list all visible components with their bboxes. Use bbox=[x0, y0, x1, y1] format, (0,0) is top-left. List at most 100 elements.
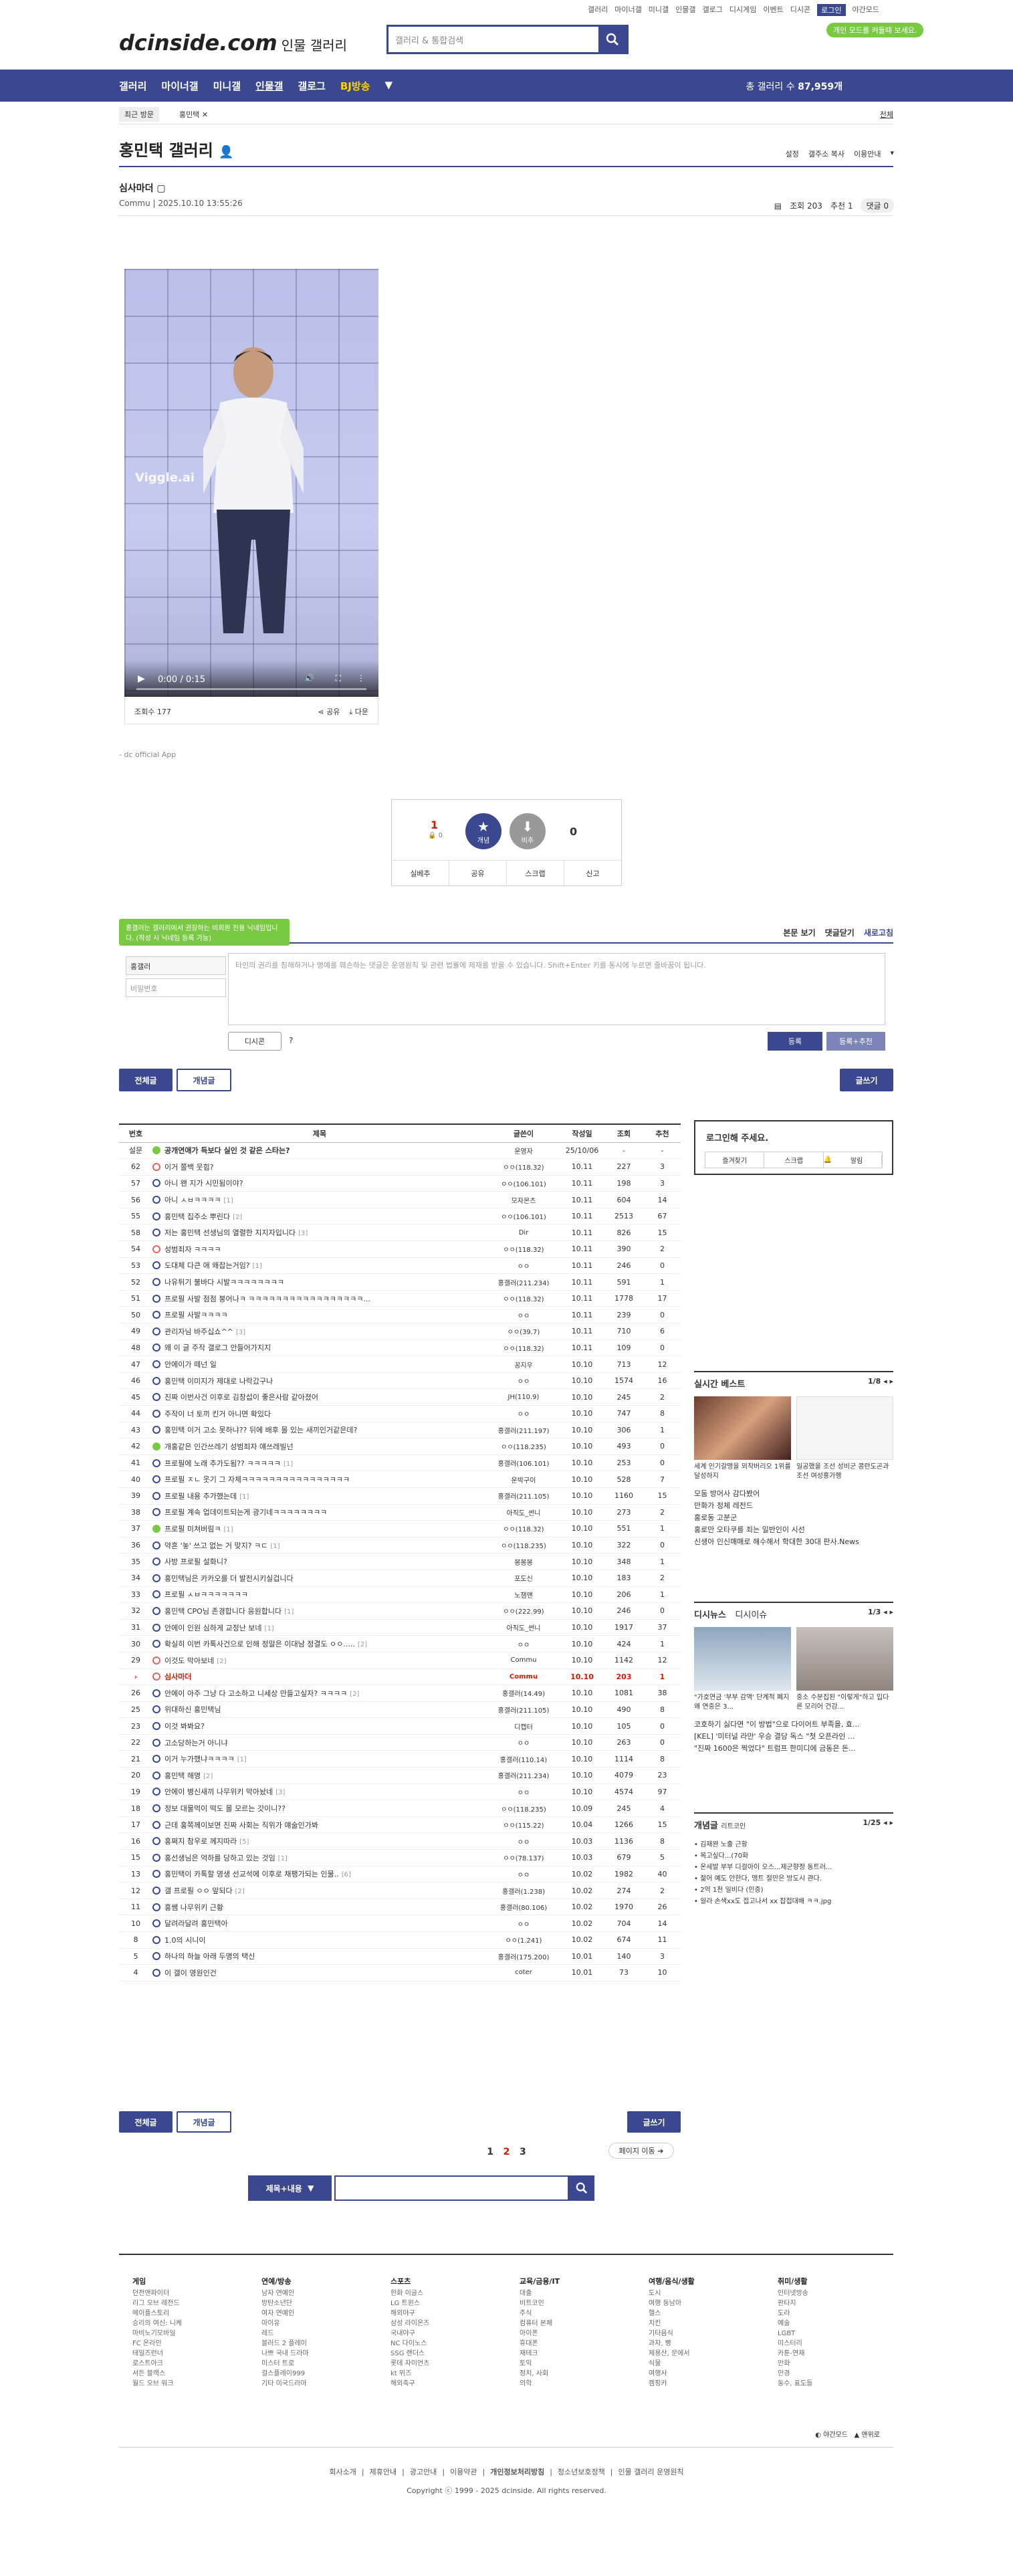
footer-item[interactable]: 한화 이글스 bbox=[390, 2288, 429, 2298]
table-row[interactable]: 48 왜 이 글 주작 갤로그 안들어가지지 ㅇㅇ(118.32) 10.11 109 0 bbox=[119, 1339, 681, 1357]
table-row[interactable]: 43 홍민택 이거 고소 못하냐?? 뒤에 배후 몰 있는 새끼인거같은데? 홍갤러… bbox=[119, 1422, 681, 1439]
play-icon[interactable]: ▶ bbox=[138, 673, 145, 684]
topnav-mini[interactable]: 미니갤 bbox=[649, 4, 669, 16]
post-comment-count[interactable]: 댓글 0 bbox=[861, 199, 894, 213]
table-row[interactable]: 34 홍민택님은 카카오를 더 발전시키실겁니다 포도신 10.10 183 2 bbox=[119, 1570, 681, 1587]
row-comment-count[interactable]: [1] bbox=[278, 1855, 288, 1862]
table-row[interactable]: 38 프로필 계속 업데이트되는게 광기네ㅋㅋㅋㅋㅋㅋㅋㅋ 아직도_썬니 10.10 2… bbox=[119, 1504, 681, 1521]
topnav-gallog[interactable]: 갤로그 bbox=[703, 4, 723, 16]
row-title[interactable]: 안에이 병신새끼 나무위키 막아놨네 [3] bbox=[152, 1784, 487, 1801]
concept-item[interactable]: • 목고싶다...(70화 bbox=[694, 1850, 893, 1862]
row-title[interactable]: 프로필 내용 추가했는데 [1] bbox=[152, 1487, 487, 1505]
row-title[interactable]: 성범죄자 ㅋㅋㅋㅋ bbox=[152, 1241, 487, 1258]
row-title[interactable]: 관리자님 바주십쇼^^ [3] bbox=[152, 1323, 487, 1340]
footer-item[interactable]: 휴대폰 bbox=[520, 2339, 560, 2349]
row-title[interactable]: 홍민택님은 카카오를 더 발전시키실겁니다 bbox=[152, 1570, 487, 1587]
row-title[interactable]: 프로필 계속 업데이트되는게 광기네ㅋㅋㅋㅋㅋㅋㅋㅋ bbox=[152, 1504, 487, 1521]
table-row[interactable]: 8 1.0의 시니이 ㅇㅇ(1.241) 10.02 674 11 bbox=[119, 1931, 681, 1949]
more-options-icon[interactable]: ⋮ bbox=[357, 673, 365, 683]
row-comment-count[interactable]: [2] bbox=[235, 1888, 245, 1895]
row-comment-count[interactable]: [1] bbox=[284, 1461, 293, 1468]
footer-item[interactable]: 로스트아크 bbox=[132, 2359, 182, 2369]
table-row[interactable]: 31 안에이 인원 심하게 교정난 보네 [1] 아직도_썬니 10.10 1917 37 bbox=[119, 1619, 681, 1636]
footer-link[interactable]: 회사소개 bbox=[329, 2468, 356, 2476]
row-title[interactable]: 홍민택 집주소 뿌린다 [2] bbox=[152, 1208, 487, 1225]
login-prompt[interactable]: 로그인해 주세요. bbox=[706, 1131, 768, 1144]
row-comment-count[interactable]: [1] bbox=[237, 1756, 247, 1763]
table-row[interactable]: 55 홍민택 집주소 뿌린다 [2] ㅇㅇ(106.101) 10.11 2513 67 bbox=[119, 1208, 681, 1225]
table-row[interactable]: 58 저는 홍민택 선생님의 열렬한 지지자입니다 [3] Dir 10.11 826 15 bbox=[119, 1224, 681, 1242]
row-title[interactable]: 개홍같은 인간쓰레기 성범죄자 얘쓰레빌넌 bbox=[152, 1438, 487, 1455]
table-row[interactable]: 42 개홍같은 인간쓰레기 성범죄자 얘쓰레빌넌 ㅇㅇ(118.235) 10.10 4… bbox=[119, 1438, 681, 1455]
tab-concept[interactable]: 개념글 bbox=[177, 1069, 231, 1091]
news-item[interactable]: 코호하기 싫다면 "이 방법"으로 다이어트 부족을, 효... bbox=[694, 1719, 893, 1731]
row-title[interactable]: 홍민택 CPO님 존경합니다 응원합니다 [1] bbox=[152, 1602, 487, 1620]
row-comment-count[interactable]: [1] bbox=[284, 1608, 294, 1616]
row-title[interactable]: 근데 홍쪽께이보면 진짜 사회는 직위가 얘술인가봐 bbox=[152, 1816, 487, 1834]
downvote-button[interactable]: ⬇ 비추 bbox=[510, 813, 546, 849]
footer-column-title[interactable]: 여행/음식/생활 bbox=[649, 2276, 695, 2286]
table-row[interactable]: › 심사마더 Commu 10.10 203 1 bbox=[119, 1669, 681, 1686]
footer-item[interactable]: 여행사 bbox=[649, 2369, 695, 2379]
footer-item[interactable]: 레드 bbox=[261, 2329, 309, 2339]
refresh-button[interactable]: 새로고침 bbox=[864, 927, 893, 938]
row-title[interactable]: 이거 누가했냐ㅋㅋㅋㅋ [1] bbox=[152, 1750, 487, 1768]
footer-item[interactable]: NC 다이노스 bbox=[390, 2339, 429, 2349]
recent-all-link[interactable]: 전체 bbox=[880, 109, 893, 120]
report-button[interactable]: 신고 bbox=[564, 861, 621, 885]
table-row[interactable]: 19 안에이 병신새끼 나무위키 막아놨네 [3] ㅇㅇ 10.10 4574 97 bbox=[119, 1784, 681, 1801]
table-row[interactable]: 56 아니 ㅅㅂㅋㅋㅋㅋ [1] 모자몬츠 10.11 604 14 bbox=[119, 1191, 681, 1208]
scrap-list-button[interactable]: 스크랩 bbox=[764, 1152, 824, 1168]
row-title[interactable]: 주작이 너 토끼 킨거 아니면 확있다 bbox=[152, 1405, 487, 1422]
row-title[interactable]: 홍선생님은 억하를 당하고 있는 것임 [1] bbox=[152, 1849, 487, 1866]
table-row[interactable]: 11 홍쌤 나무위키 근황 홍갤러(80.106) 10.02 1970 26 bbox=[119, 1899, 681, 1916]
row-title[interactable]: 달려라달려 홍민택아 bbox=[152, 1915, 487, 1932]
folder-icon[interactable]: ▤ bbox=[774, 201, 782, 211]
table-row[interactable]: 40 프로필 ㅈㄴ 웃기 그 자체ㅋㅋㅋㅋㅋㅋㅋㅋㅋㅋㅋㅋㅋㅋㅋㅋ 운박구이 10.1… bbox=[119, 1471, 681, 1488]
row-comment-count[interactable]: [1] bbox=[223, 1526, 233, 1533]
footer-item[interactable]: 승리의 여신: 니케 bbox=[132, 2319, 182, 2329]
table-row[interactable]: 51 프로필 사발 점점 붕어나ㅋ ㅋㅋㅋㅋㅋㅋㅋㅋㅋㅋㅋㅋㅋㅋㅋㅋㅋ... ㅇㅇ(… bbox=[119, 1290, 681, 1307]
footer-item[interactable]: 안경 bbox=[778, 2369, 812, 2379]
row-title[interactable]: 홍민택 해명 [2] bbox=[152, 1767, 487, 1784]
table-row[interactable]: 23 이것 봐봐요? 디캡터 10.10 105 0 bbox=[119, 1717, 681, 1735]
bottom-tab-concept[interactable]: 개념글 bbox=[177, 2111, 231, 2133]
submit-recommend-button[interactable]: 등록+추천 bbox=[826, 1032, 885, 1051]
list-search-input[interactable] bbox=[334, 2175, 569, 2201]
row-comment-count[interactable]: [3] bbox=[298, 1230, 308, 1237]
topnav-person[interactable]: 인물갤 bbox=[675, 4, 695, 16]
table-row[interactable]: 52 나유튀기 불바다 시발ㅋㅋㅋㅋㅋㅋㅋㅋ 홍갤러(211.234) 10.11 59… bbox=[119, 1273, 681, 1291]
recent-visit-button[interactable]: 최근 방문 bbox=[119, 107, 159, 122]
row-title[interactable]: 이것도 막아보네 [2] bbox=[152, 1652, 487, 1669]
list-search-button[interactable] bbox=[569, 2175, 594, 2201]
table-row[interactable]: 5 하나의 하늘 아래 두명의 택신 홍갤러(175.200) 10.01 140 3 bbox=[119, 1948, 681, 1965]
best-pager[interactable]: 1/8 ◂ ▸ bbox=[868, 1377, 893, 1386]
topnav-dccon[interactable]: 디시콘 bbox=[790, 4, 810, 16]
concept-item[interactable]: • 김재완 노출 근황 bbox=[694, 1839, 893, 1850]
footer-item[interactable]: 해외축구 bbox=[390, 2379, 429, 2389]
tab-all[interactable]: 전체글 bbox=[119, 1069, 173, 1091]
row-title[interactable]: 갤 프로필 ㅇㅇ 앞되다 [2] bbox=[152, 1882, 487, 1899]
footer-link[interactable]: 청소년보호정책 bbox=[558, 2468, 605, 2476]
table-row[interactable]: 33 프로필 ㅅㅂㅋㅋㅋㅋㅋㅋㅋ 노잼맨 10.10 206 1 bbox=[119, 1586, 681, 1604]
row-title[interactable]: 공개연애가 득보다 실인 것 같은 스타는? bbox=[152, 1142, 487, 1160]
best-item[interactable]: 홍로만 오타쿠를 죄는 일반인이 시선 bbox=[694, 1524, 893, 1536]
row-title[interactable]: 고소당하는거 아니냐 bbox=[152, 1734, 487, 1751]
row-comment-count[interactable]: [1] bbox=[265, 1625, 274, 1632]
page-3[interactable]: 3 bbox=[520, 2147, 526, 2157]
page-1[interactable]: 1 bbox=[487, 2147, 493, 2157]
table-row[interactable]: 18 정보 대물먹이 떡도 몰 모르는 갓이니?? ㅇㅇ(118.235) 10.09… bbox=[119, 1800, 681, 1817]
footer-item[interactable]: 의학 bbox=[520, 2379, 560, 2389]
row-title[interactable]: 아니 왠 지가 시민됨이야? bbox=[152, 1175, 487, 1192]
table-row[interactable]: 15 홍선생님은 억하를 당하고 있는 것임 [1] ㅇㅇ(78.137) 10.03 6… bbox=[119, 1849, 681, 1866]
row-title[interactable]: 확실히 이번 카톡사건으로 인해 정말은 이대남 정결도 ㅇㅇ..... [2] bbox=[152, 1635, 487, 1652]
row-title[interactable]: 홍민택이 카톡할 영생 선교석에 이후로 채팽가되는 인물.. [6] bbox=[152, 1866, 487, 1883]
row-comment-count[interactable]: [2] bbox=[203, 1773, 213, 1780]
best-item[interactable]: 만화가 정체 레전드 bbox=[694, 1500, 893, 1512]
table-row[interactable]: 4 이 갤이 영원인건 coter 10.01 73 10 bbox=[119, 1964, 681, 1981]
row-title[interactable]: 약혼 '놓' 쓰고 없는 거 맞지? ㅋㄷ [1] bbox=[152, 1537, 487, 1554]
footer-item[interactable]: 롯데 자이언츠 bbox=[390, 2359, 429, 2369]
best-thumb[interactable]: 일공했을 조선 성비군 콩란도곤과 조선 여성홍가행 bbox=[796, 1396, 893, 1483]
fullscreen-icon[interactable]: ⛶ bbox=[336, 673, 341, 683]
footer-item[interactable]: kt 위즈 bbox=[390, 2369, 429, 2379]
